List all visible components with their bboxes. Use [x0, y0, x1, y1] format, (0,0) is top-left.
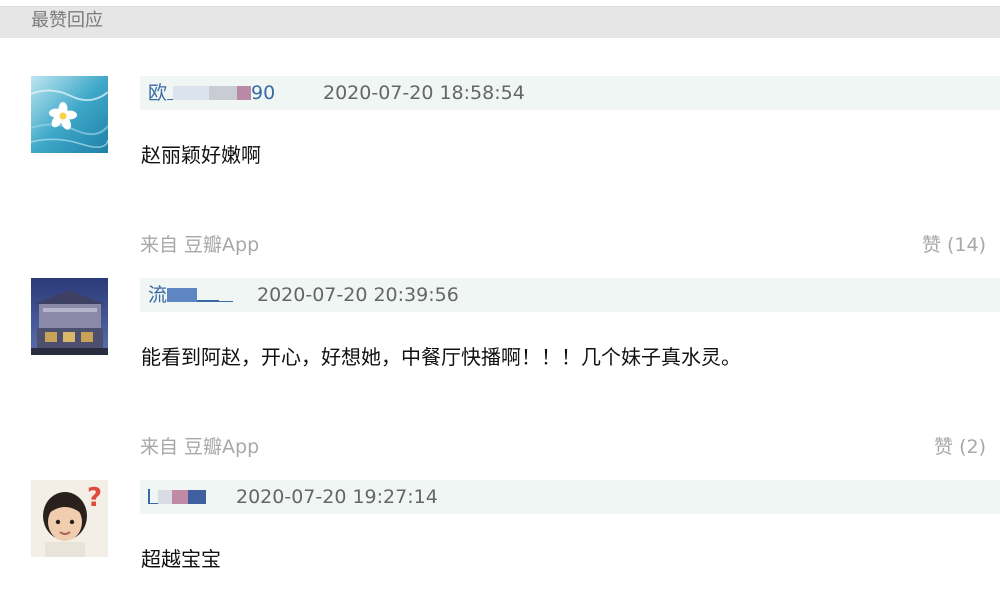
redaction-mask [188, 490, 206, 504]
redaction-mask [148, 489, 158, 504]
redaction-mask [158, 490, 172, 504]
redaction-mask [167, 288, 198, 302]
author-link[interactable]: 流 [148, 283, 234, 307]
comment-footer: 来自 豆瓣App 赞 (14) [0, 233, 1000, 259]
author-link[interactable] [148, 485, 206, 509]
redaction-mask [197, 286, 220, 302]
author-name-suffix: 90 [251, 82, 276, 104]
comment-meta-bar: 欧 90 2020-07-20 18:58:54 [140, 76, 1000, 110]
comment-text: 能看到阿赵，开心，好想她，中餐厅快播啊！！！几个妹子真水灵。 [141, 345, 741, 369]
flower-on-water-avatar-image [31, 76, 108, 153]
redaction-mask [237, 86, 252, 100]
author-name-prefix: 流 [148, 284, 168, 306]
redaction-mask [172, 490, 188, 504]
comment-text: 超越宝宝 [141, 547, 221, 571]
author-name-prefix: 欧 [148, 82, 168, 104]
avatar[interactable]: ? [31, 480, 108, 557]
comment-meta-bar: 流 2020-07-20 20:39:56 [140, 278, 1000, 312]
house-at-dusk-avatar-image [31, 278, 108, 355]
avatar[interactable] [31, 278, 108, 355]
like-button[interactable]: 赞 (2) [934, 435, 986, 459]
author-link[interactable]: 欧 90 [148, 81, 275, 105]
comment-footer: 来自 豆瓣App 赞 (2) [0, 435, 1000, 461]
avatar[interactable] [31, 76, 108, 153]
redaction-mask [219, 287, 234, 302]
comment-timestamp: 2020-07-20 18:58:54 [323, 82, 525, 104]
svg-text:?: ? [87, 483, 102, 513]
section-title: 最赞回应 [31, 10, 103, 31]
section-header: 最赞回应 [0, 6, 1000, 38]
source-link[interactable]: 来自 豆瓣App [140, 435, 259, 459]
child-with-question-mark-avatar-image: ? [31, 480, 108, 557]
comment-text: 赵丽颖好嫩啊 [141, 143, 261, 167]
comment-meta-bar: 2020-07-20 19:27:14 [140, 480, 1000, 514]
redaction-mask [209, 86, 238, 100]
comment-timestamp: 2020-07-20 19:27:14 [236, 486, 438, 508]
comment-timestamp: 2020-07-20 20:39:56 [257, 284, 459, 306]
redaction-mask [173, 86, 210, 100]
source-link[interactable]: 来自 豆瓣App [140, 233, 259, 257]
like-button[interactable]: 赞 (14) [922, 233, 986, 257]
